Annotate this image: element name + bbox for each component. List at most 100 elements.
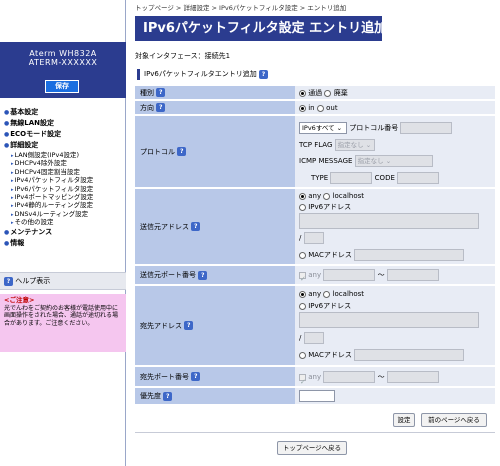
dst-port-to-input[interactable]: [386, 371, 439, 383]
help-toggle[interactable]: ? ヘルプ表示: [0, 272, 126, 290]
priority-label-cell: 優先度 ?: [135, 388, 295, 405]
help-icon[interactable]: ?: [156, 88, 166, 97]
nav-sub-ipv4-filter[interactable]: ▸IPv4パケットフィルタ設定: [4, 176, 124, 184]
nav-basic[interactable]: ●基本設定: [4, 107, 124, 118]
bullet-icon: ●: [4, 228, 10, 236]
dst-addr-label-cell: 宛先アドレス ?: [135, 286, 295, 366]
model-id: ATERM-XXXXXX: [28, 58, 98, 67]
nav-sub-other[interactable]: ▸その他の設定: [4, 218, 124, 226]
src-port-from-input[interactable]: [323, 269, 376, 281]
src-localhost-radio[interactable]: [323, 192, 331, 200]
src-ipv6-radio[interactable]: [299, 203, 306, 211]
dst-port-label-cell: 宛先ポート番号 ?: [135, 367, 295, 387]
nav-advanced[interactable]: ●詳細設定: [4, 140, 124, 151]
icmp-type-label: TYPE: [311, 174, 329, 182]
nav-sub-ipv6-filter[interactable]: ▸IPv6パケットフィルタ設定: [4, 185, 124, 193]
icmp-code-label: CODE: [374, 174, 395, 182]
src-mac-input[interactable]: [354, 249, 465, 261]
sidebar-nav: ●基本設定 ●無線LAN設定 ●ECOモード設定 ●詳細設定 ▸LAN側設定(I…: [4, 107, 124, 249]
help-icon[interactable]: ?: [163, 391, 173, 401]
set-button[interactable]: 設定: [393, 413, 415, 427]
interface-label: 対象インタフェース：接続先1: [135, 52, 231, 60]
help-icon: ?: [4, 276, 13, 286]
dst-localhost-radio[interactable]: [323, 290, 331, 298]
help-icon[interactable]: ?: [184, 321, 194, 330]
help-icon[interactable]: ?: [258, 69, 268, 79]
back-button[interactable]: 前のページへ戻る: [421, 413, 487, 427]
bullet-icon: ●: [4, 109, 10, 116]
type-label-cell: 種別 ?: [135, 86, 295, 100]
nav-wireless[interactable]: ●無線LAN設定: [4, 118, 124, 129]
icmp-message-label: ICMP MESSAGE: [299, 157, 353, 165]
help-icon[interactable]: ?: [156, 103, 166, 112]
priority-input[interactable]: [299, 390, 335, 402]
help-icon[interactable]: ?: [198, 270, 208, 280]
arrow-icon: ▸: [11, 178, 14, 185]
top-page-button[interactable]: トップページへ戻る: [277, 441, 347, 455]
dst-port-value-cell: any 〜: [295, 367, 495, 392]
arrow-icon: ▸: [11, 220, 14, 227]
bullet-icon: ●: [4, 239, 10, 247]
direction-out-radio[interactable]: [316, 104, 324, 112]
nav-maintenance[interactable]: ●メンテナンス: [4, 227, 124, 238]
direction-value-cell: in out: [295, 101, 495, 115]
type-value-cell: 通過 廃棄: [295, 86, 495, 100]
type-discard-radio[interactable]: [324, 89, 332, 97]
protocol-label-cell: プロトコル ?: [135, 116, 295, 188]
help-label: ヘルプ表示: [15, 277, 51, 285]
nav-info[interactable]: ●情報: [4, 238, 124, 249]
bullet-icon: ●: [4, 120, 10, 127]
bullet-icon: ●: [4, 142, 10, 149]
src-addr-value-cell: any localhost IPv6アドレス / MACアドレス: [295, 189, 495, 265]
nav-sub-dns-route[interactable]: ▸DNSv4ルーティング設定: [4, 210, 124, 218]
nav-eco[interactable]: ●ECOモード設定: [4, 129, 124, 140]
nav-sub-static-route[interactable]: ▸IPv4静的ルーティング設定: [4, 201, 124, 209]
page-title: IPv6パケットフィルタ設定 エントリ追加: [135, 16, 387, 41]
type-pass-radio[interactable]: [299, 89, 306, 97]
breadcrumb[interactable]: トップページ > 詳細設定 > IPv6パケットフィルタ設定 > エントリ追加: [135, 2, 346, 12]
dst-port-any-checkbox[interactable]: [299, 372, 306, 392]
icmp-type-input[interactable]: [330, 172, 373, 184]
direction-label-cell: 方向 ?: [135, 101, 295, 115]
priority-value-cell: [295, 388, 495, 405]
src-mac-radio[interactable]: [299, 251, 306, 259]
src-port-value-cell: any 〜: [295, 266, 495, 289]
dst-ipv6-input[interactable]: [299, 312, 479, 328]
protocol-number-label: プロトコル番号: [349, 124, 399, 132]
notice-title: <ご注意>: [4, 296, 35, 304]
src-ipv6-input[interactable]: [299, 213, 479, 229]
arrow-icon: ▸: [11, 211, 14, 218]
icmp-message-select[interactable]: 指定なし ⌄: [354, 155, 433, 167]
src-prefix-input[interactable]: [303, 232, 324, 244]
dst-mac-radio[interactable]: [299, 351, 306, 359]
src-port-to-input[interactable]: [386, 269, 439, 281]
protocol-select[interactable]: IPv6すべて ⌄: [299, 122, 347, 134]
dst-port-from-input[interactable]: [323, 371, 376, 383]
help-icon[interactable]: ?: [191, 372, 201, 381]
dst-addr-value-cell: any localhost IPv6アドレス / MACアドレス: [295, 286, 495, 366]
dst-any-radio[interactable]: [299, 290, 306, 298]
src-port-any-checkbox[interactable]: [299, 270, 306, 289]
tcp-flag-select[interactable]: 指定なし ⌄: [334, 139, 375, 151]
help-icon[interactable]: ?: [191, 222, 201, 231]
icmp-code-input[interactable]: [397, 172, 440, 184]
src-any-radio[interactable]: [299, 192, 306, 200]
notice-box: <ご注意> 光でんわをご契約のお客様が電話使用中に画面操作をされた場合、通話が途…: [0, 294, 126, 352]
model-name: Aterm WH832A: [29, 49, 97, 58]
help-icon[interactable]: ?: [177, 147, 187, 156]
divider: [135, 432, 495, 433]
arrow-icon: ▸: [11, 153, 14, 159]
bullet-icon: ●: [4, 131, 10, 138]
dst-ipv6-radio[interactable]: [299, 302, 306, 310]
save-button[interactable]: 保存: [45, 80, 79, 93]
dst-mac-input[interactable]: [354, 349, 465, 361]
protocol-value-cell: IPv6すべて ⌄ プロトコル番号 TCP FLAG 指定なし ⌄ ICMP M…: [295, 116, 495, 188]
nav-sub-dhcp-fixed[interactable]: ▸DHCPv4固定割当設定: [4, 168, 124, 176]
direction-in-radio[interactable]: [299, 104, 306, 112]
dst-prefix-input[interactable]: [303, 332, 324, 344]
section-title: IPv6パケットフィルタエントリ追加 ?: [137, 69, 268, 80]
arrow-icon: ▸: [11, 169, 14, 176]
protocol-number-input[interactable]: [400, 122, 453, 134]
nav-sub-dhcp-exclude[interactable]: ▸DHCPv4除外設定: [4, 159, 124, 167]
arrow-icon: ▸: [11, 203, 14, 210]
